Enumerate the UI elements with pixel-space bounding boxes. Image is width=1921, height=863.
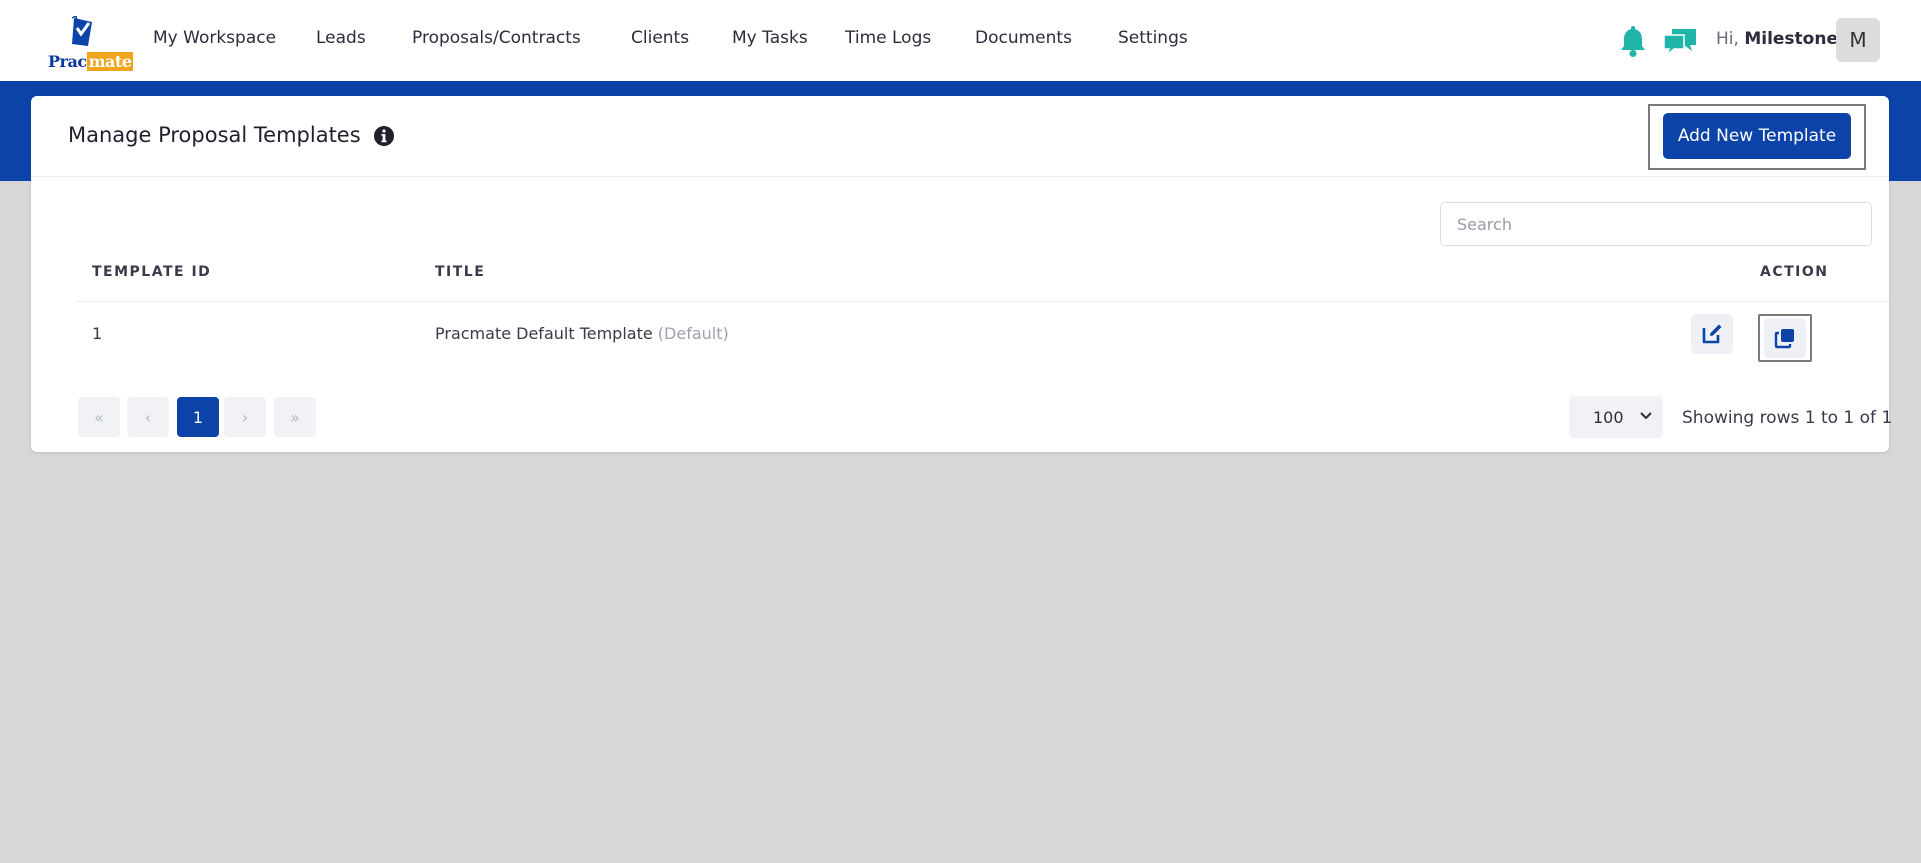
table-header-divider bbox=[77, 301, 1889, 302]
nav-leads[interactable]: Leads bbox=[316, 28, 366, 48]
copy-template-button[interactable] bbox=[1764, 318, 1806, 358]
greeting-prefix: Hi, bbox=[1716, 29, 1739, 49]
pagination-first-button[interactable]: « bbox=[78, 397, 120, 437]
pracmate-logo[interactable]: Prac mate bbox=[46, 16, 134, 72]
edit-button[interactable] bbox=[1691, 314, 1733, 354]
column-header-template-id[interactable]: TEMPLATE ID bbox=[92, 264, 211, 280]
default-tag: (Default) bbox=[657, 324, 729, 343]
column-header-title[interactable]: TITLE bbox=[435, 264, 485, 280]
rows-per-page-value: 100 bbox=[1593, 407, 1624, 427]
cell-template-id: 1 bbox=[92, 324, 103, 343]
nav-my-tasks[interactable]: My Tasks bbox=[732, 28, 808, 48]
search-input[interactable] bbox=[1440, 202, 1872, 246]
rows-info-text: Showing rows 1 to 1 of 1 bbox=[1682, 408, 1893, 428]
copy-icon bbox=[1774, 329, 1794, 349]
bell-icon[interactable] bbox=[1618, 26, 1648, 58]
template-title: Pracmate Default Template bbox=[435, 324, 653, 343]
pagination-last-button[interactable]: » bbox=[274, 397, 316, 437]
top-navbar: Prac mate My Workspace Leads Proposals/Co… bbox=[0, 0, 1921, 81]
logo-text: Prac mate bbox=[48, 52, 134, 71]
chat-icon[interactable] bbox=[1662, 27, 1698, 58]
nav-documents[interactable]: Documents bbox=[975, 28, 1072, 48]
nav-my-workspace[interactable]: My Workspace bbox=[153, 28, 276, 48]
pagination-prev-button[interactable]: ‹ bbox=[127, 397, 169, 437]
nav-proposals-contracts[interactable]: Proposals/Contracts bbox=[412, 28, 581, 48]
user-greeting: Hi, Milestone bbox=[1716, 29, 1838, 49]
rows-per-page-select[interactable]: 100 bbox=[1569, 396, 1663, 438]
page-title: Manage Proposal Templates bbox=[68, 123, 361, 147]
templates-card: Manage Proposal Templates Add New Templa… bbox=[31, 96, 1893, 452]
chevron-down-icon bbox=[1640, 412, 1652, 420]
nav-settings[interactable]: Settings bbox=[1118, 28, 1188, 48]
pagination-next-button[interactable]: › bbox=[224, 397, 266, 437]
nav-clients[interactable]: Clients bbox=[631, 28, 689, 48]
card-header: Manage Proposal Templates Add New Templa… bbox=[31, 96, 1889, 177]
cell-title: Pracmate Default Template (Default) bbox=[435, 324, 729, 343]
edit-icon bbox=[1702, 324, 1722, 344]
column-header-action: ACTION bbox=[1760, 264, 1829, 280]
add-new-template-button[interactable]: Add New Template bbox=[1663, 113, 1851, 159]
nav-time-logs[interactable]: Time Logs bbox=[845, 28, 931, 48]
user-name: Milestone bbox=[1744, 29, 1838, 49]
avatar[interactable]: M bbox=[1836, 18, 1880, 62]
info-icon[interactable] bbox=[373, 125, 395, 147]
pagination-page-1[interactable]: 1 bbox=[177, 397, 219, 437]
